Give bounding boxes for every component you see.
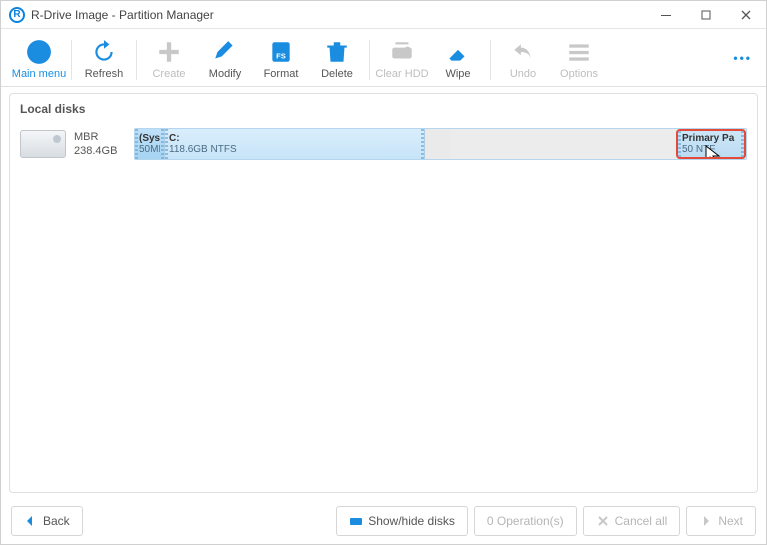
separator — [490, 40, 491, 80]
partition-sub: 50MB NT — [139, 144, 160, 155]
drag-handle-icon[interactable] — [161, 129, 164, 159]
undo-button[interactable]: Undo — [495, 34, 551, 86]
partition-system[interactable]: (Syst 50MB NT — [135, 129, 165, 159]
options-button[interactable]: Options — [551, 34, 607, 86]
create-label: Create — [152, 68, 185, 80]
plus-icon — [155, 38, 183, 66]
main-menu-button[interactable]: Main menu — [11, 34, 67, 86]
delete-button[interactable]: Delete — [309, 34, 365, 86]
partition-sub: 118.6GB NTFS — [169, 144, 420, 155]
maximize-button[interactable] — [686, 1, 726, 29]
section-title: Local disks — [10, 94, 757, 124]
separator — [136, 40, 137, 80]
disk-scheme: MBR — [74, 130, 126, 144]
format-button[interactable]: FS Format — [253, 34, 309, 86]
cancel-all-button[interactable]: Cancel all — [583, 506, 681, 536]
pencil-icon — [211, 38, 239, 66]
main-menu-label: Main menu — [12, 68, 66, 80]
show-hide-label: Show/hide disks — [368, 514, 455, 528]
format-icon: FS — [267, 38, 295, 66]
create-button[interactable]: Create — [141, 34, 197, 86]
disk-size: 238.4GB — [74, 144, 126, 158]
drag-handle-icon[interactable] — [135, 129, 138, 159]
menu-icon — [565, 38, 593, 66]
partition-label: C: — [169, 133, 420, 144]
wipe-label: Wipe — [445, 68, 470, 80]
title-bar: R R-Drive Image - Partition Manager — [1, 1, 766, 29]
separator — [71, 40, 72, 80]
back-label: Back — [43, 514, 70, 528]
partition-bar: (Syst 50MB NT C: 118.6GB NTFS Primary Pa… — [134, 128, 747, 160]
unallocated-space[interactable] — [425, 129, 451, 159]
drag-handle-icon[interactable] — [741, 131, 744, 157]
home-icon — [25, 38, 53, 66]
wipe-button[interactable]: Wipe — [430, 34, 486, 86]
disk-row: MBR 238.4GB (Syst 50MB NT C: 118.6GB NTF… — [10, 124, 757, 164]
clear-hdd-label: Clear HDD — [375, 68, 428, 80]
clear-hdd-button[interactable]: Clear HDD — [374, 34, 430, 86]
next-button[interactable]: Next — [686, 506, 756, 536]
close-button[interactable] — [726, 1, 766, 29]
back-button[interactable]: Back — [11, 506, 83, 536]
eraser-icon — [444, 38, 472, 66]
show-hide-disks-button[interactable]: Show/hide disks — [336, 506, 468, 536]
refresh-icon — [90, 38, 118, 66]
drag-handle-icon[interactable] — [678, 131, 681, 157]
drag-handle-icon[interactable] — [165, 129, 168, 159]
cancel-label: Cancel all — [615, 514, 668, 528]
cancel-icon — [596, 514, 610, 528]
undo-label: Undo — [510, 68, 536, 80]
delete-label: Delete — [321, 68, 353, 80]
app-logo-icon: R — [9, 7, 25, 23]
disk-panel: Local disks MBR 238.4GB (Syst 50MB NT C:… — [9, 93, 758, 493]
options-label: Options — [560, 68, 598, 80]
disk-meta: MBR 238.4GB — [74, 130, 126, 158]
operations-button: 0 Operation(s) — [474, 506, 577, 536]
refresh-button[interactable]: Refresh — [76, 34, 132, 86]
window-controls — [646, 1, 766, 29]
trash-icon — [323, 38, 351, 66]
format-label: Format — [264, 68, 299, 80]
arrow-left-icon — [24, 514, 38, 528]
refresh-label: Refresh — [85, 68, 124, 80]
modify-button[interactable]: Modify — [197, 34, 253, 86]
separator — [369, 40, 370, 80]
next-label: Next — [718, 514, 743, 528]
partition-sub: 50 NTF — [682, 144, 740, 155]
drag-handle-icon[interactable] — [421, 129, 424, 159]
arrow-right-icon — [699, 514, 713, 528]
footer-bar: Back Show/hide disks 0 Operation(s) Canc… — [1, 499, 766, 543]
main-toolbar: Main menu Refresh Create Modify FS Forma… — [1, 29, 766, 87]
disk-icon — [20, 130, 66, 158]
modify-label: Modify — [209, 68, 241, 80]
operations-label: 0 Operation(s) — [487, 514, 564, 528]
svg-text:FS: FS — [276, 51, 286, 60]
minimize-button[interactable] — [646, 1, 686, 29]
overflow-button[interactable]: ••• — [733, 29, 752, 86]
window-title: R-Drive Image - Partition Manager — [31, 8, 646, 22]
partition-label: Primary Pa — [682, 133, 740, 144]
disk-toggle-icon — [349, 514, 363, 528]
partition-c[interactable]: C: 118.6GB NTFS — [165, 129, 425, 159]
undo-icon — [509, 38, 537, 66]
partition-label: (Syst — [139, 133, 160, 144]
hdd-clear-icon — [388, 38, 416, 66]
partition-primary-selected[interactable]: Primary Pa 50 NTF — [676, 129, 746, 159]
